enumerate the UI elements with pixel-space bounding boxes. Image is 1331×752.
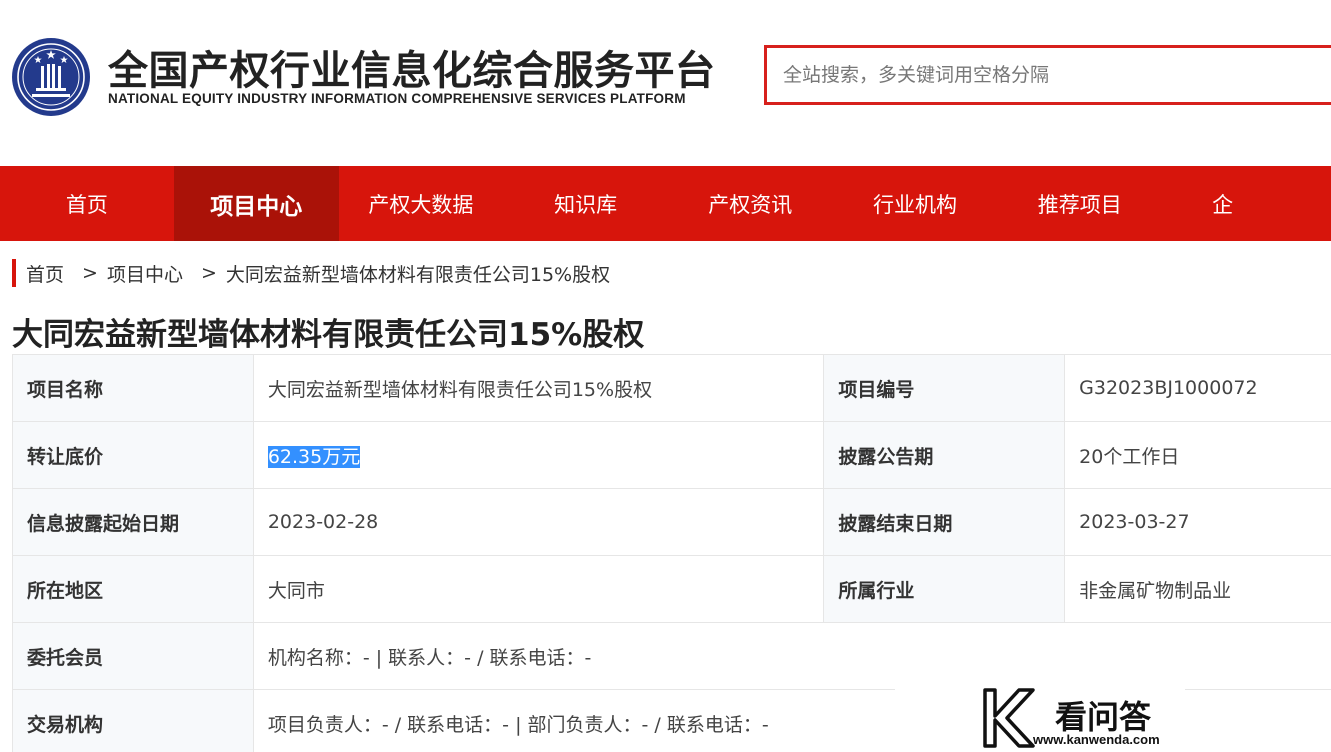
table-row: 项目名称 大同宏益新型墙体材料有限责任公司15%股权 项目编号 G32023BJ… bbox=[12, 354, 1331, 422]
industry-value: 非金属矿物制品业 bbox=[1064, 555, 1331, 623]
nav-item-project-center[interactable]: 项目中心 bbox=[173, 166, 339, 241]
disclosure-period-value: 20个工作日 bbox=[1064, 421, 1331, 489]
disclosure-period-label: 披露公告期 bbox=[823, 421, 1066, 489]
start-date-label: 信息披露起始日期 bbox=[12, 488, 254, 556]
site-header: 全国产权行业信息化综合服务平台 NATIONAL EQUITY INDUSTRY… bbox=[0, 0, 1331, 166]
nav-item-equity-big-data[interactable]: 产权大数据 bbox=[339, 166, 504, 241]
table-row: 所在地区 大同市 所属行业 非金属矿物制品业 bbox=[12, 555, 1331, 623]
table-row: 转让底价 62.35万元 披露公告期 20个工作日 bbox=[12, 421, 1331, 489]
breadcrumb-accent-bar bbox=[12, 259, 16, 287]
project-name-label: 项目名称 bbox=[12, 354, 254, 422]
table-row: 信息披露起始日期 2023-02-28 披露结束日期 2023-03-27 bbox=[12, 488, 1331, 556]
price-cell: 62.35万元 bbox=[252, 421, 825, 489]
nav-item-home[interactable]: 首页 bbox=[0, 166, 174, 241]
member-label: 委托会员 bbox=[12, 622, 254, 690]
breadcrumb-home-link[interactable]: 首页 bbox=[26, 260, 64, 287]
kanwenda-logo-icon bbox=[983, 688, 1035, 748]
breadcrumb: 首页 > 项目中心 > 大同宏益新型墙体材料有限责任公司15%股权 bbox=[12, 258, 610, 288]
watermark-url: www.kanwenda.com bbox=[1033, 732, 1160, 747]
project-name-value: 大同宏益新型墙体材料有限责任公司15%股权 bbox=[252, 354, 825, 422]
breadcrumb-separator: > bbox=[82, 262, 98, 284]
platform-subtitle: NATIONAL EQUITY INDUSTRY INFORMATION COM… bbox=[108, 91, 686, 106]
main-nav: 首页 项目中心 产权大数据 知识库 产权资讯 行业机构 推荐项目 企 bbox=[0, 166, 1331, 241]
watermark: 看问答 www.kanwenda.com bbox=[895, 672, 1185, 752]
site-search bbox=[764, 45, 1331, 105]
nav-item-enterprise[interactable]: 企 bbox=[1162, 166, 1331, 241]
breadcrumb-current: 大同宏益新型墙体材料有限责任公司15%股权 bbox=[225, 263, 611, 286]
nav-item-knowledge-base[interactable]: 知识库 bbox=[503, 166, 668, 241]
nav-item-recommended-projects[interactable]: 推荐项目 bbox=[997, 166, 1162, 241]
nav-item-equity-news[interactable]: 产权资讯 bbox=[668, 166, 833, 241]
nav-item-industry-institutions[interactable]: 行业机构 bbox=[833, 166, 998, 241]
project-code-value: G32023BJ1000072 bbox=[1064, 354, 1331, 422]
end-date-value: 2023-03-27 bbox=[1064, 488, 1331, 556]
end-date-label: 披露结束日期 bbox=[823, 488, 1066, 556]
platform-emblem-icon[interactable] bbox=[10, 36, 92, 118]
breadcrumb-project-center-link[interactable]: 项目中心 bbox=[107, 260, 183, 287]
region-label: 所在地区 bbox=[12, 555, 254, 623]
search-input[interactable] bbox=[767, 48, 1331, 102]
project-code-label: 项目编号 bbox=[823, 354, 1066, 422]
region-value: 大同市 bbox=[252, 555, 825, 623]
start-date-value: 2023-02-28 bbox=[252, 488, 825, 556]
price-value[interactable]: 62.35万元 bbox=[267, 445, 361, 468]
industry-label: 所属行业 bbox=[823, 555, 1066, 623]
exchange-label: 交易机构 bbox=[12, 689, 254, 752]
page-title: 大同宏益新型墙体材料有限责任公司15%股权 bbox=[12, 317, 645, 353]
platform-title: 全国产权行业信息化综合服务平台 bbox=[108, 48, 716, 94]
breadcrumb-separator: > bbox=[200, 262, 217, 284]
price-label: 转让底价 bbox=[12, 421, 254, 489]
